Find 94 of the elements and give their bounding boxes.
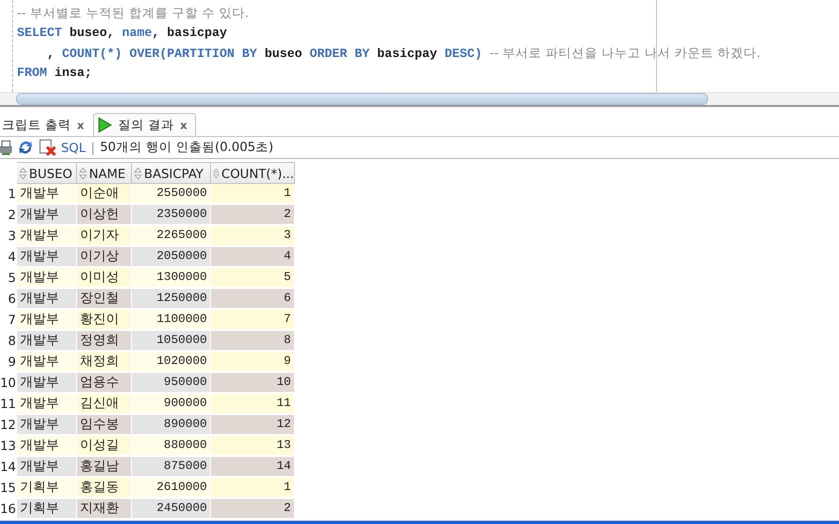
- table-cell: 지재환: [77, 499, 132, 520]
- table-cell: 개발부: [17, 184, 77, 204]
- table-cell: 홍길동: [77, 478, 132, 498]
- tab[interactable]: 질의 결과 x: [93, 113, 196, 136]
- table-cell: 7: [211, 310, 295, 330]
- table-cell: 5: [211, 268, 295, 288]
- table-cell: 채정희: [77, 352, 132, 372]
- table-cell: 임수봉: [77, 415, 132, 436]
- tab[interactable]: 크립트 출력 x: [0, 113, 94, 136]
- table-cell: 1: [211, 184, 295, 204]
- code-line: FROM insa;: [17, 65, 94, 82]
- code-line: , COUNT(*) OVER(PARTITION BY buseo ORDER BY basicpay DESC) -- 부서로 파티션을 나누고 나서 카운트 하겠다.: [46, 44, 760, 63]
- sort-icon: [19, 166, 27, 180]
- table-cell: 이미성: [77, 268, 132, 288]
- table-cell: 황진이: [77, 310, 132, 330]
- table-cell: 1020000: [132, 352, 211, 372]
- sql-button[interactable]: SQL: [61, 140, 86, 156]
- close-icon[interactable]: x: [180, 118, 188, 132]
- table-cell: 홍길남: [77, 457, 132, 478]
- code-line: -- 부서별로 누적된 합계를 구할 수 있다.: [17, 4, 250, 22]
- sort-icon: [213, 166, 220, 180]
- table-cell: 이순애: [77, 184, 132, 204]
- column-header[interactable]: BASICPAY: [132, 162, 211, 184]
- table-cell: 10: [211, 373, 295, 394]
- table-cell: 기획부: [17, 478, 77, 498]
- table-cell: 890000: [132, 415, 211, 436]
- table-cell: 개발부: [17, 352, 77, 372]
- table-cell: 개발부: [17, 331, 77, 352]
- table-cell: 1250000: [132, 289, 211, 310]
- table-cell: 2265000: [132, 226, 211, 246]
- table-cell: 2450000: [132, 499, 211, 520]
- code-line: SELECT buseo, name, basicpay: [17, 25, 228, 42]
- delete-icon[interactable]: [39, 139, 56, 156]
- column-header[interactable]: COUNT(*)...: [211, 162, 295, 184]
- table-cell: 개발부: [17, 373, 77, 394]
- column-header[interactable]: NAME: [77, 162, 132, 184]
- table-cell: 개발부: [17, 226, 77, 246]
- table-cell: 8: [211, 331, 295, 352]
- column-title: BASICPAY: [144, 166, 204, 181]
- table-cell: 11: [211, 394, 295, 414]
- printer-icon[interactable]: [0, 140, 12, 156]
- table-cell: 개발부: [17, 457, 77, 478]
- table-cell: 1100000: [132, 310, 211, 330]
- table-cell: 14: [211, 457, 295, 478]
- table-cell: 900000: [132, 394, 211, 414]
- column-header[interactable]: BUSEO: [17, 162, 77, 184]
- table-cell: 개발부: [17, 310, 77, 330]
- table-cell: 2350000: [132, 205, 211, 226]
- table-cell: 개발부: [17, 415, 77, 436]
- table-cell: 김신애: [77, 394, 132, 414]
- table-cell: 기획부: [17, 499, 77, 520]
- column-title: COUNT(*)...: [221, 166, 294, 181]
- refresh-icon[interactable]: [17, 139, 34, 156]
- table-cell: 9: [211, 352, 295, 372]
- table-cell: 장인철: [77, 289, 132, 310]
- column-title: BUSEO: [29, 166, 72, 181]
- column-title: NAME: [89, 166, 126, 181]
- table-cell: 개발부: [17, 394, 77, 414]
- horizontal-scrollbar[interactable]: [0, 92, 839, 108]
- sort-icon: [134, 166, 142, 180]
- sort-icon: [79, 166, 87, 180]
- table-cell: 개발부: [17, 268, 77, 288]
- tab-label: 질의 결과: [118, 116, 174, 134]
- table-cell: 이성길: [77, 436, 132, 456]
- table-cell: 1300000: [132, 268, 211, 288]
- table-cell: 4: [211, 247, 295, 268]
- table-cell: 13: [211, 436, 295, 456]
- table-cell: 6: [211, 289, 295, 310]
- table-cell: 이기자: [77, 226, 132, 246]
- table-cell: 1: [211, 478, 295, 498]
- table-cell: 이상헌: [77, 205, 132, 226]
- separator: |: [90, 140, 95, 156]
- table-cell: 2610000: [132, 478, 211, 498]
- table-cell: 12: [211, 415, 295, 436]
- table-cell: 2: [211, 205, 295, 226]
- table-cell: 이기상: [77, 247, 132, 268]
- close-icon[interactable]: x: [76, 118, 84, 132]
- play-icon: [98, 117, 112, 134]
- table-cell: 2550000: [132, 184, 211, 204]
- tab-label: 크립트 출력: [2, 116, 71, 134]
- table-cell: 정영희: [77, 331, 132, 352]
- table-cell: 개발부: [17, 247, 77, 268]
- table-cell: 880000: [132, 436, 211, 456]
- table-cell: 1050000: [132, 331, 211, 352]
- table-cell: 2: [211, 499, 295, 520]
- table-cell: 개발부: [17, 436, 77, 456]
- table-cell: 엄용수: [77, 373, 132, 394]
- table-cell: 개발부: [17, 289, 77, 310]
- table-cell: 875000: [132, 457, 211, 478]
- table-cell: 950000: [132, 373, 211, 394]
- table-cell: 개발부: [17, 205, 77, 226]
- table-cell: 2050000: [132, 247, 211, 268]
- status-text: 50개의 행이 인출됨(0.005초): [100, 139, 274, 156]
- table-cell: 3: [211, 226, 295, 246]
